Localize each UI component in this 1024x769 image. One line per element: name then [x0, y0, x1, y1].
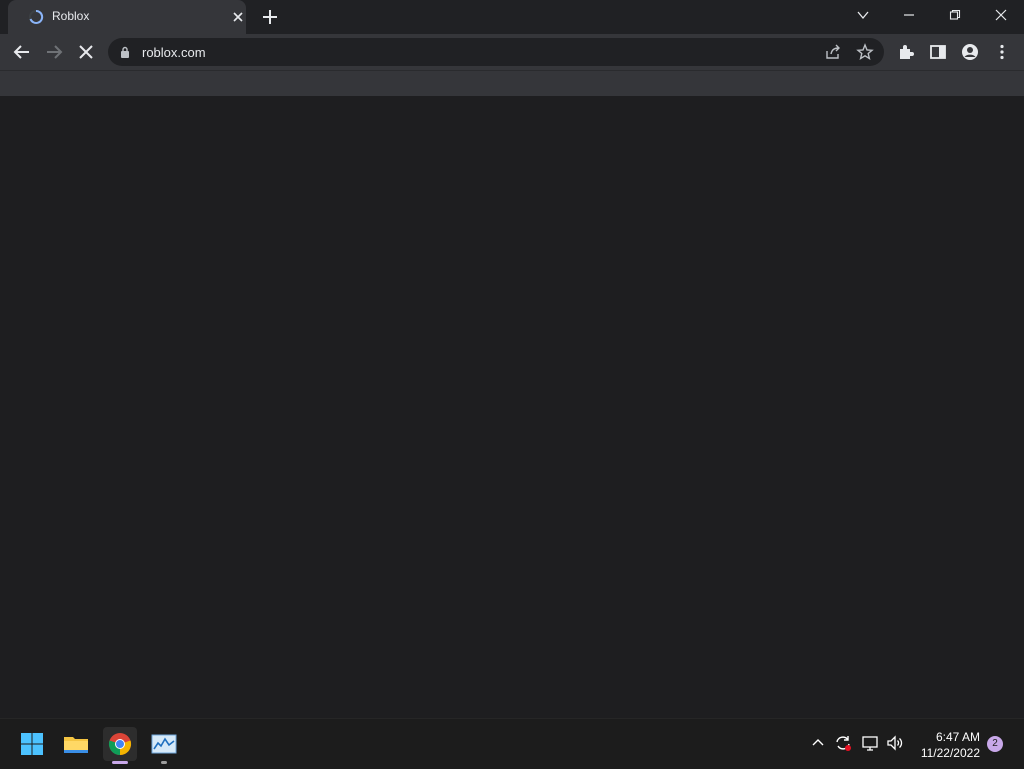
- chrome-icon[interactable]: [103, 727, 137, 764]
- restore-icon[interactable]: [935, 0, 975, 30]
- running-indicator: [161, 761, 167, 764]
- extensions-icon[interactable]: [897, 43, 915, 61]
- network-icon[interactable]: [860, 733, 880, 753]
- task-manager-icon[interactable]: [147, 727, 181, 764]
- taskbar: 6:47 AM 11/22/2022 2: [0, 718, 1024, 769]
- loading-spinner-icon: [29, 9, 44, 24]
- tab-search-icon[interactable]: [843, 0, 883, 30]
- tab-close-icon[interactable]: [230, 9, 246, 25]
- minimize-icon[interactable]: [889, 0, 929, 30]
- url-text[interactable]: roblox.com: [142, 45, 206, 60]
- tab-roblox[interactable]: Roblox: [8, 0, 246, 34]
- sync-icon[interactable]: [833, 733, 853, 753]
- clock-date: 11/22/2022: [920, 746, 980, 760]
- tab-title: Roblox: [52, 9, 90, 23]
- clock-time: 6:47 AM: [935, 730, 980, 744]
- active-indicator: [112, 761, 128, 764]
- star-icon[interactable]: [856, 43, 874, 61]
- tab-strip: Roblox: [0, 0, 1024, 34]
- file-explorer-icon[interactable]: [59, 727, 93, 761]
- notification-badge[interactable]: 2: [987, 736, 1003, 752]
- volume-icon[interactable]: [885, 733, 905, 753]
- profile-icon[interactable]: [961, 43, 979, 61]
- side-panel-icon[interactable]: [929, 43, 947, 61]
- address-bar[interactable]: roblox.com: [108, 38, 884, 66]
- close-icon[interactable]: [981, 0, 1021, 30]
- chevron-up-icon[interactable]: [808, 733, 828, 753]
- windows-start-icon[interactable]: [15, 727, 49, 761]
- system-clock[interactable]: 6:47 AM 11/22/2022: [910, 729, 980, 761]
- browser-toolbar: roblox.com: [0, 34, 1024, 98]
- stop-x-icon[interactable]: [72, 38, 100, 66]
- lock-icon[interactable]: [120, 46, 130, 58]
- page-content[interactable]: [0, 96, 1024, 718]
- new-tab-icon[interactable]: [260, 7, 280, 27]
- bookmark-bar: [0, 70, 1024, 97]
- forward-arrow-icon[interactable]: [40, 38, 68, 66]
- share-icon[interactable]: [824, 43, 842, 61]
- back-arrow-icon[interactable]: [8, 38, 36, 66]
- menu-icon[interactable]: [993, 43, 1011, 61]
